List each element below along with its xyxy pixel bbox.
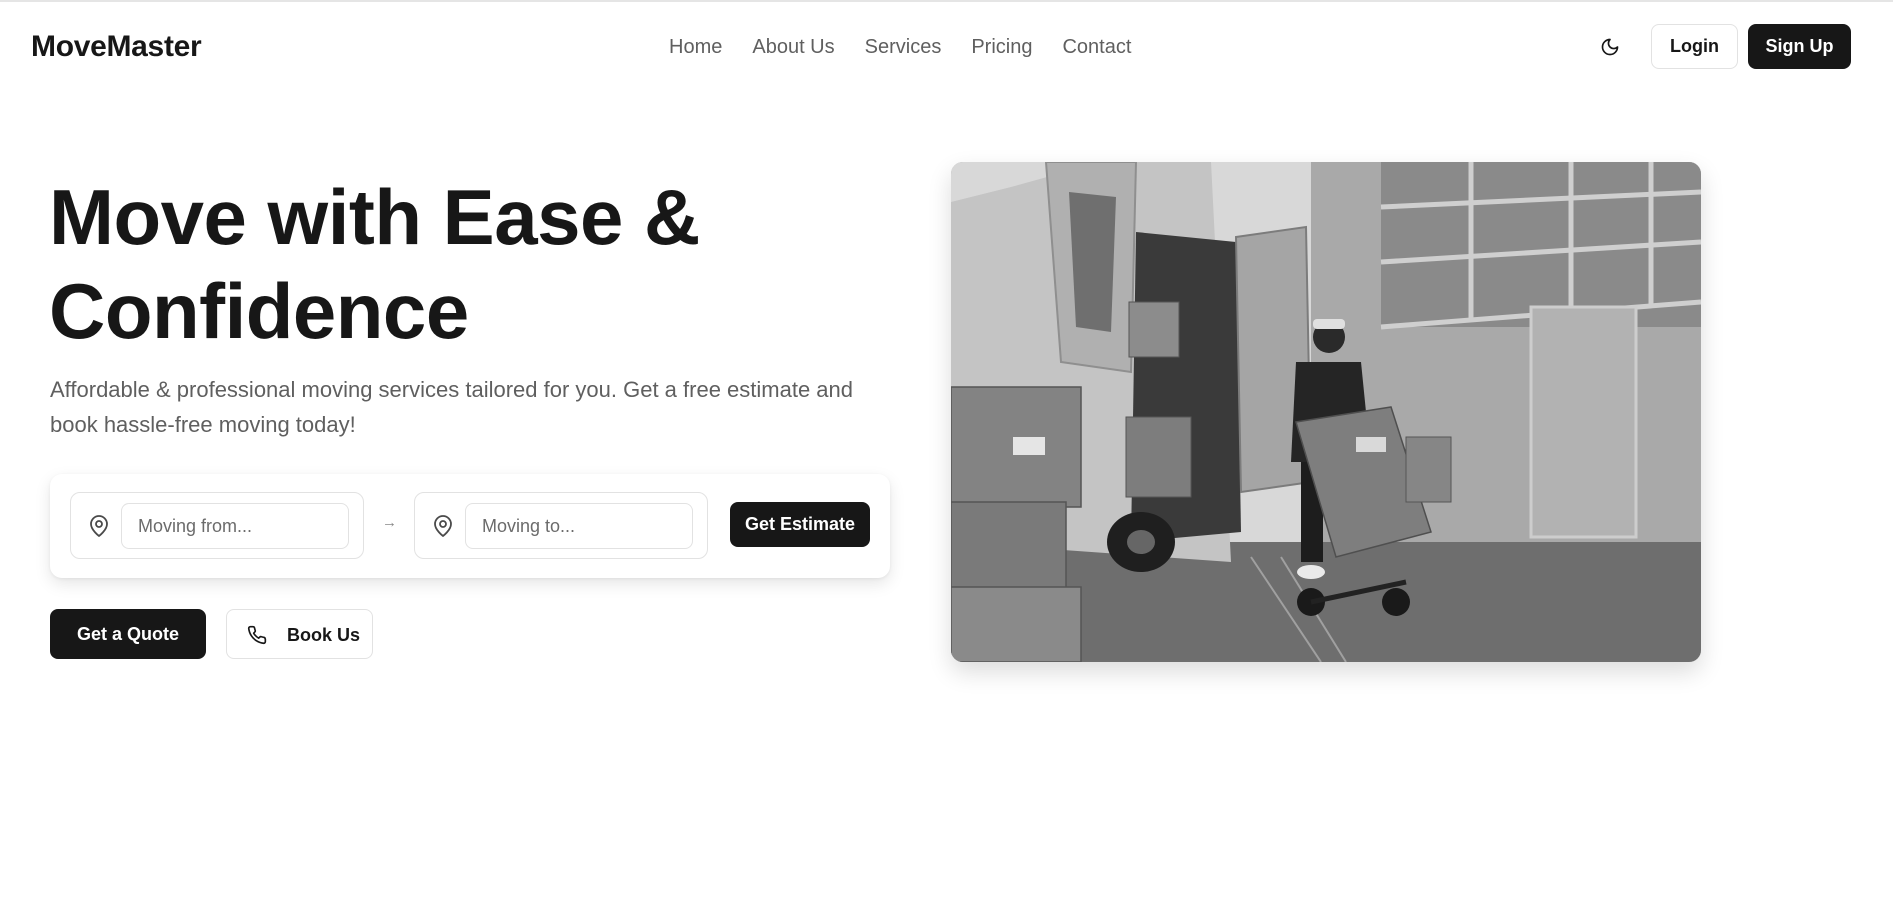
signup-button[interactable]: Sign Up (1748, 24, 1851, 69)
login-button[interactable]: Login (1651, 24, 1738, 69)
moving-from-group (70, 492, 364, 559)
book-us-button[interactable]: Book Us (226, 609, 373, 659)
nav-item-pricing[interactable]: Pricing (971, 36, 1032, 59)
moving-from-input[interactable] (121, 503, 349, 549)
get-quote-button[interactable]: Get a Quote (50, 609, 206, 659)
book-us-label: Book Us (287, 625, 361, 645)
map-pin-icon (434, 515, 452, 537)
moving-to-group (414, 492, 708, 559)
estimate-form: → Get Estimate (50, 474, 890, 578)
hero-headline: Move with Ease & Confidence (49, 170, 809, 358)
map-pin-icon (90, 515, 108, 537)
brand-logo[interactable]: MoveMaster (31, 30, 202, 64)
nav-item-contact[interactable]: Contact (1062, 36, 1131, 59)
headline-line-1: Move with Ease & (49, 173, 700, 261)
site-header: MoveMaster Home About Us Services Pricin… (0, 2, 1893, 90)
route-arrow: → (382, 514, 397, 531)
phone-icon (247, 625, 267, 645)
hero-photo (951, 162, 1701, 662)
nav-item-services[interactable]: Services (865, 36, 942, 59)
moon-icon (1601, 38, 1619, 56)
hero-subtext: Affordable & professional moving service… (50, 377, 854, 437)
nav-item-about-us[interactable]: About Us (752, 36, 834, 59)
headline-line-2: Confidence (49, 267, 469, 355)
main-nav: Home About Us Services Pricing Contact (669, 36, 1131, 59)
moving-van-photo (951, 162, 1701, 662)
theme-toggle-button[interactable] (1595, 32, 1625, 62)
get-estimate-button[interactable]: Get Estimate (730, 502, 870, 547)
moving-to-input[interactable] (465, 503, 693, 549)
nav-item-home[interactable]: Home (669, 36, 722, 59)
